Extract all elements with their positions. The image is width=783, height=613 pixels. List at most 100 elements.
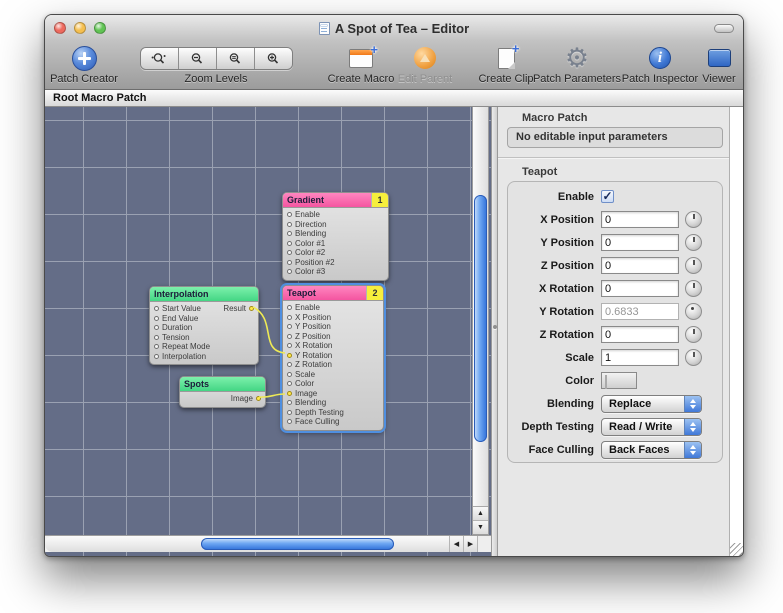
node-graph-canvas[interactable]: Gradient 1 Enable Direction Blending Col… (45, 107, 491, 556)
patch-inspector-button[interactable]: i Patch Inspector (613, 43, 707, 85)
editor-window: A Spot of Tea – Editor Patch Creator (44, 14, 744, 557)
horizontal-scrollbar-thumb[interactable] (201, 538, 394, 550)
y-rotation-knob (685, 303, 702, 320)
panel-scrollbar-track[interactable] (729, 107, 743, 556)
x-position-field[interactable] (601, 211, 679, 228)
edit-parent-button: Edit Parent (387, 43, 463, 85)
param-row-color: Color (508, 369, 722, 392)
scale-field[interactable] (601, 349, 679, 366)
port-color[interactable]: Color (283, 379, 383, 389)
node-spots[interactable]: Spots Image (179, 376, 266, 408)
minimize-button[interactable] (74, 22, 86, 34)
port-duration[interactable]: Duration (150, 323, 258, 333)
node-title: Teapot (283, 286, 366, 300)
port-interpolation[interactable]: Interpolation (150, 352, 258, 362)
enable-checkbox[interactable]: ✓ (601, 190, 614, 203)
blending-popup[interactable]: Replace (601, 395, 702, 413)
resize-grip[interactable] (730, 543, 743, 556)
title-bar[interactable]: A Spot of Tea – Editor (45, 15, 743, 41)
vertical-scrollbar[interactable]: ▲ ▼ (472, 107, 489, 535)
param-row-scale: Scale (508, 346, 722, 369)
zoom-fit-segment[interactable] (216, 48, 254, 69)
popup-stepper-icon (684, 396, 701, 412)
port-face-culling[interactable]: Face Culling (283, 417, 383, 427)
up-triangle-icon (414, 47, 436, 69)
toolbar-toggle-button[interactable] (714, 24, 734, 33)
port-tension[interactable]: Tension (150, 333, 258, 343)
port-image-output[interactable]: Image (180, 394, 265, 404)
zoom-in-segment[interactable] (254, 48, 292, 69)
patch-creator-button[interactable]: Patch Creator (45, 43, 123, 85)
node-title: Gradient (283, 193, 371, 207)
port-end-value[interactable]: End Value (150, 314, 258, 324)
z-rotation-knob[interactable] (685, 326, 702, 343)
horizontal-scrollbar[interactable]: ◀ ▶ (45, 535, 491, 552)
port-position-2[interactable]: Position #2 (283, 258, 388, 268)
param-row-face-culling: Face Culling Back Faces (508, 438, 722, 461)
scroll-up-arrow[interactable]: ▲ (473, 507, 488, 520)
popup-stepper-icon (684, 442, 701, 458)
breadcrumb[interactable]: Root Macro Patch (45, 90, 743, 107)
port-enable[interactable]: Enable (283, 303, 383, 313)
port-depth-testing[interactable]: Depth Testing (283, 408, 383, 418)
z-position-knob[interactable] (685, 257, 702, 274)
y-rotation-field (601, 303, 679, 320)
port-enable[interactable]: Enable (283, 210, 388, 220)
port-direction[interactable]: Direction (283, 220, 388, 230)
node-teapot[interactable]: Teapot 2 Enable X Position Y Position Z … (282, 285, 384, 431)
port-blending[interactable]: Blending (283, 229, 388, 239)
macro-window-icon: + (349, 49, 373, 68)
node-gradient[interactable]: Gradient 1 Enable Direction Blending Col… (282, 192, 389, 281)
port-color-3[interactable]: Color #3 (283, 267, 388, 277)
gear-icon: ⚙ (565, 45, 589, 72)
port-y-position[interactable]: Y Position (283, 322, 383, 332)
clip-page-icon: + (498, 48, 515, 69)
scrollbar-corner (478, 536, 491, 552)
zoom-actual-size-segment[interactable] (141, 48, 178, 69)
zoom-out-segment[interactable] (178, 48, 216, 69)
viewer-screen-icon (708, 49, 731, 67)
port-x-rotation[interactable]: X Rotation (283, 341, 383, 351)
zoom-levels-group: Zoom Levels (141, 43, 291, 85)
splitter-handle-icon (493, 325, 497, 329)
close-button[interactable] (54, 22, 66, 34)
port-z-position[interactable]: Z Position (283, 332, 383, 342)
vertical-scrollbar-thumb[interactable] (474, 195, 487, 442)
z-position-field[interactable] (601, 257, 679, 274)
depth-testing-popup[interactable]: Read / Write (601, 418, 702, 436)
scroll-left-arrow[interactable]: ◀ (450, 536, 464, 552)
param-row-enable: Enable ✓ (508, 185, 722, 208)
connection-wires (45, 107, 491, 535)
z-rotation-field[interactable] (601, 326, 679, 343)
port-x-position[interactable]: X Position (283, 313, 383, 323)
info-icon: i (649, 47, 671, 69)
port-repeat-mode[interactable]: Repeat Mode (150, 342, 258, 352)
scroll-right-arrow[interactable]: ▶ (464, 536, 478, 552)
y-position-knob[interactable] (685, 234, 702, 251)
port-color-2[interactable]: Color #2 (283, 248, 388, 258)
zoom-button[interactable] (94, 22, 106, 34)
port-color-1[interactable]: Color #1 (283, 239, 388, 249)
scroll-down-arrow[interactable]: ▼ (473, 520, 488, 534)
port-y-rotation[interactable]: Y Rotation (283, 351, 383, 361)
scale-knob[interactable] (685, 349, 702, 366)
desktop: A Spot of Tea – Editor Patch Creator (0, 0, 783, 613)
color-well[interactable] (601, 372, 637, 389)
pane-splitter[interactable] (491, 107, 498, 556)
port-scale[interactable]: Scale (283, 370, 383, 380)
x-rotation-knob[interactable] (685, 280, 702, 297)
teapot-parameters-group: Enable ✓ X Position Y Position (507, 181, 723, 463)
macro-patch-message: No editable input parameters (507, 127, 723, 148)
node-interpolation[interactable]: Interpolation Result Start Value End Val… (149, 286, 259, 365)
x-rotation-field[interactable] (601, 280, 679, 297)
port-z-rotation[interactable]: Z Rotation (283, 360, 383, 370)
port-image[interactable]: Image (283, 389, 383, 399)
port-blending[interactable]: Blending (283, 398, 383, 408)
y-position-field[interactable] (601, 234, 679, 251)
teapot-section-title: Teapot (522, 166, 729, 178)
viewer-button[interactable]: Viewer (695, 43, 743, 85)
port-result-output[interactable]: Result (223, 304, 254, 314)
window-title: A Spot of Tea – Editor (335, 21, 469, 36)
face-culling-popup[interactable]: Back Faces (601, 441, 702, 459)
x-position-knob[interactable] (685, 211, 702, 228)
